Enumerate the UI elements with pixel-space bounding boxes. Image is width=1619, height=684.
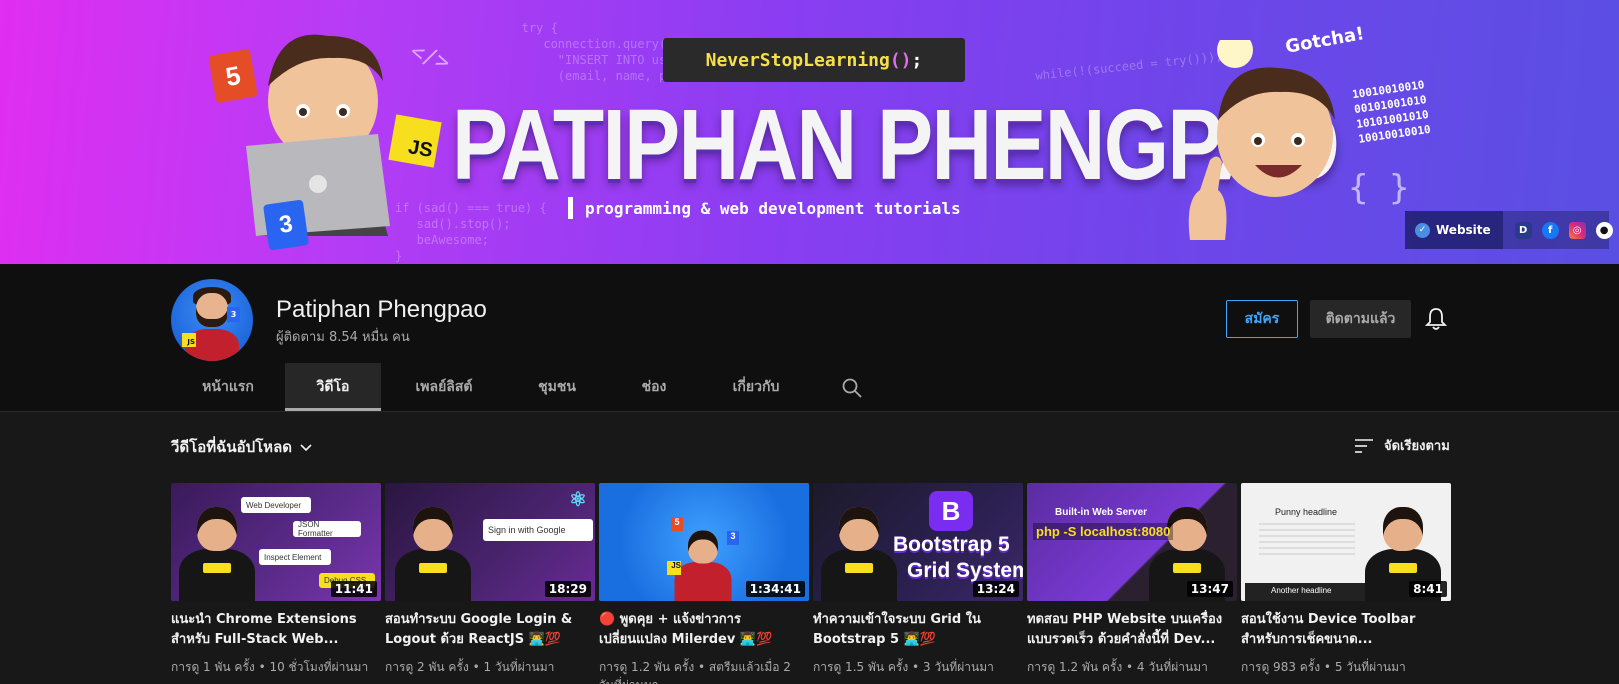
thumb-headline: Bootstrap 5 <box>893 533 1010 556</box>
sort-icon <box>1355 438 1373 453</box>
video-title[interactable]: สอนทำระบบ Google Login & Logout ด้วย Rea… <box>385 610 595 650</box>
website-label: Website <box>1436 223 1491 237</box>
join-button[interactable]: สมัคร <box>1226 300 1298 338</box>
channel-banner: try { connection.query( "INSERT INTO use… <box>0 0 1619 264</box>
memoji-left-illustration <box>238 26 408 236</box>
video-duration: 1:34:41 <box>745 581 805 597</box>
video-meta: การดู 983 ครั้ง • 5 วันที่ผ่านมา <box>1241 660 1406 674</box>
tab-channels[interactable]: ช่อง <box>607 363 701 411</box>
avatar-face <box>196 293 228 327</box>
tagline-word: NeverStopLearning <box>705 49 890 71</box>
presenter-figure <box>817 501 901 601</box>
thumb-text-lines <box>1259 523 1355 559</box>
tagline-semicolon: ; <box>911 49 923 71</box>
thumb-caption: Built-in Web Server <box>1055 507 1148 518</box>
tab-about[interactable]: เกี่ยวกับ <box>701 363 811 411</box>
subscriber-count: ผู้ติดตาม 8.54 หมื่น คน <box>276 330 410 345</box>
thumb-label: JSON Formatter <box>293 520 361 538</box>
instagram-icon[interactable]: ◎ <box>1568 221 1586 239</box>
banner-tagline: NeverStopLearning(); <box>663 38 965 82</box>
video-title[interactable]: ทำความเข้าใจระบบ Grid ใน Bootstrap 5 👨‍💻… <box>813 610 1023 650</box>
video-thumbnail[interactable]: Built-in Web Server php -S localhost:808… <box>1027 483 1237 601</box>
channel-tabs: หน้าแรก วิดีโอ เพลย์ลิสต์ ชุมชน ช่อง เกี… <box>171 363 811 411</box>
video-card[interactable]: Punny headline Another headline 8:41 สอน… <box>1241 483 1451 676</box>
video-thumbnail[interactable]: Punny headline Another headline 8:41 <box>1241 483 1451 601</box>
channel-name: Patiphan Phengpao <box>276 296 487 323</box>
facebook-icon[interactable]: f <box>1541 221 1559 239</box>
channel-search-icon[interactable] <box>841 377 863 399</box>
video-card[interactable]: 5 3 JS 1:34:41 🔴 พูดคุย + แจ้งข่าวการ เป… <box>599 483 809 684</box>
website-link[interactable]: ✓ Website <box>1405 211 1503 249</box>
video-card[interactable]: Sign in with Google ⚛ 18:29 สอนทำระบบ Go… <box>385 483 595 676</box>
avatar-js-badge: JS <box>182 333 196 347</box>
tab-community[interactable]: ชุมชน <box>507 363 607 411</box>
banner-title: PATIPHAN PHENGPAO <box>452 89 1340 201</box>
video-thumbnail[interactable]: Web Developer JSON Formatter Inspect Ele… <box>171 483 381 601</box>
google-signin-label: Sign in with Google <box>483 519 593 541</box>
code-tag-glyph: </> <box>407 38 453 77</box>
video-duration: 8:41 <box>1409 581 1447 597</box>
presenter-figure <box>391 501 475 601</box>
video-card[interactable]: Web Developer JSON Formatter Inspect Ele… <box>171 483 381 676</box>
uploads-dropdown[interactable]: วีดีโอที่ฉันอัปโหลด <box>171 435 314 459</box>
curly-braces-glyph: { } <box>1348 168 1410 208</box>
channel-avatar[interactable]: 3 JS <box>171 279 253 361</box>
video-thumbnail[interactable]: 5 3 JS 1:34:41 <box>599 483 809 601</box>
avatar-css-badge: 3 <box>227 307 240 322</box>
subscribed-button[interactable]: ติดตามแล้ว <box>1310 300 1411 338</box>
sort-by-button[interactable]: จัดเรียงตาม <box>1354 435 1450 456</box>
video-meta: การดู 1.2 พัน ครั้ง • สตรีมแล้วเมื่อ 2 ว… <box>599 660 791 684</box>
tab-videos[interactable]: วิดีโอ <box>285 363 381 411</box>
thumb-headline: Punny headline <box>1275 507 1338 517</box>
tagline-paren: () <box>889 49 912 71</box>
html5-icon: 5 <box>671 517 683 531</box>
github-icon[interactable]: ● <box>1595 221 1613 239</box>
video-title[interactable]: ทดสอบ PHP Website บนเครื่อง แบบรวดเร็ว ด… <box>1027 610 1237 650</box>
tab-home[interactable]: หน้าแรก <box>171 363 285 411</box>
subtitle-text: programming & web development tutorials <box>585 198 961 218</box>
section-title: วีดีโอที่ฉันอัปโหลด <box>171 438 292 456</box>
presenter-figure <box>175 501 259 601</box>
thumb-label: Inspect Element <box>259 549 331 565</box>
bootstrap-logo: B <box>929 491 973 531</box>
thumb-subheadline: Another headline <box>1271 586 1332 595</box>
video-title[interactable]: แนะนำ Chrome Extensions สำหรับ Full-Stac… <box>171 610 381 650</box>
css3-badge: 3 <box>262 199 310 251</box>
video-meta: การดู 1.2 พัน ครั้ง • 4 วันที่ผ่านมา <box>1027 660 1208 674</box>
thumb-headline: Grid System <box>907 559 1023 582</box>
video-title[interactable]: 🔴 พูดคุย + แจ้งข่าวการ เปลี่ยนแปลง Miler… <box>599 610 809 650</box>
chevron-down-icon <box>300 444 312 452</box>
video-meta: การดู 2 พัน ครั้ง • 1 วันที่ผ่านมา <box>385 660 555 674</box>
website-icon: ✓ <box>1415 222 1430 238</box>
banner-binary-text: 10010010010 00101001010 10101001010 1001… <box>1351 78 1432 146</box>
video-meta: การดู 1 พัน ครั้ง • 10 ชั่วโมงที่ผ่านมา <box>171 660 369 674</box>
notification-bell-icon[interactable] <box>1424 306 1448 332</box>
video-thumbnail[interactable]: Sign in with Google ⚛ 18:29 <box>385 483 595 601</box>
video-duration: 13:47 <box>1186 581 1233 597</box>
social-links: D f ◎ ● <box>1514 221 1613 239</box>
css3-icon: 3 <box>727 531 739 545</box>
devto-icon[interactable]: D <box>1514 221 1532 239</box>
video-meta: การดู 1.5 พัน ครั้ง • 3 วันที่ผ่านมา <box>813 660 994 674</box>
thumb-command: php -S localhost:8080 <box>1033 523 1174 540</box>
video-duration: 13:24 <box>972 581 1019 597</box>
banner-subtitle: programming & web development tutorials <box>568 196 961 220</box>
video-duration: 18:29 <box>544 581 591 597</box>
sort-label: จัดเรียงตาม <box>1384 439 1450 454</box>
subtitle-bar <box>568 197 573 219</box>
banner-code-snippet-left: if (sad() === true) { sad().stop(); beAw… <box>395 201 547 263</box>
memoji-right-illustration <box>1180 32 1360 250</box>
javascript-icon: JS <box>667 561 681 575</box>
video-card[interactable]: B Bootstrap 5 Grid System 13:24 ทำความเข… <box>813 483 1023 676</box>
react-icon: ⚛ <box>569 489 587 511</box>
javascript-badge: JS <box>388 114 442 168</box>
video-thumbnail[interactable]: B Bootstrap 5 Grid System 13:24 <box>813 483 1023 601</box>
banner-links: ✓ Website D f ◎ ● <box>1405 211 1613 249</box>
video-card[interactable]: Built-in Web Server php -S localhost:808… <box>1027 483 1237 676</box>
html5-badge: 5 <box>208 48 258 104</box>
video-title[interactable]: สอนใช้งาน Device Toolbar สำหรับการเช็คขน… <box>1241 610 1451 650</box>
tab-playlists[interactable]: เพลย์ลิสต์ <box>381 363 507 411</box>
video-duration: 11:41 <box>330 581 377 597</box>
thumb-label: Web Developer <box>241 497 311 513</box>
